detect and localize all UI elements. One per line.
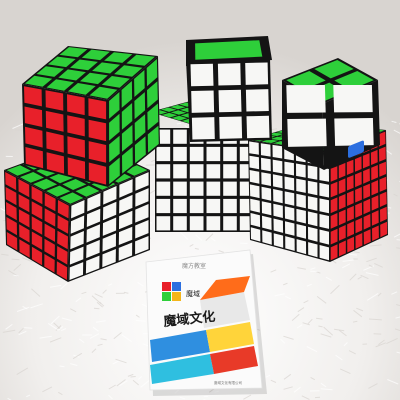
cube-7x7-front-sticker bbox=[307, 165, 318, 180]
cube-7x7-front-sticker bbox=[261, 201, 272, 216]
cube-2x2-front-sticker bbox=[333, 85, 373, 113]
cube-6x6-front-sticker bbox=[173, 129, 187, 144]
cube-7x7-front-sticker bbox=[250, 198, 260, 213]
cube-6x6-front-sticker bbox=[156, 181, 171, 196]
cube-6x6-front-sticker bbox=[156, 146, 171, 162]
cube-3x3 bbox=[186, 36, 272, 142]
cube-6x6-front-sticker bbox=[223, 216, 237, 231]
cube-2x2-front-sticker bbox=[287, 118, 327, 147]
cube-7x7-front-sticker bbox=[284, 191, 295, 206]
cube-7x7-front-sticker bbox=[319, 229, 329, 245]
cube-6x6-front-sticker bbox=[223, 164, 237, 179]
cube-3x3-front-stickers bbox=[190, 62, 270, 140]
cube-6x6-front-sticker bbox=[156, 216, 171, 231]
cube-7x7-front-sticker bbox=[262, 215, 272, 230]
cube-7x7-front-sticker bbox=[273, 203, 283, 218]
cube-6x6-front-sticker bbox=[173, 181, 187, 196]
instruction-booklet: 魔方教室 魔域文化 魔域 魔域文化有限公司 bbox=[145, 249, 267, 396]
cube-6x6-front-sticker bbox=[189, 216, 204, 231]
cube-7x7-front-sticker bbox=[261, 172, 271, 186]
cube-7x7-front-sticker bbox=[307, 196, 318, 211]
cube-6x6-front-sticker bbox=[223, 198, 237, 214]
cube-7x7-front-sticker bbox=[273, 218, 284, 233]
cube-7x7-front-sticker bbox=[250, 213, 261, 228]
cube-photo: 魔方教室 魔域文化 魔域 魔域文化有限公司 bbox=[0, 0, 400, 400]
cube-7x7-front-sticker bbox=[296, 208, 306, 224]
cube-7x7-front-sticker bbox=[319, 245, 329, 261]
cube-7x7-front-sticker bbox=[272, 159, 283, 174]
cube-7x7-front-sticker bbox=[296, 163, 306, 178]
booklet-tag: 魔方教室 bbox=[182, 262, 206, 270]
cube-6x6-front-sticker bbox=[189, 198, 204, 214]
cube-7x7-front-sticker bbox=[272, 144, 283, 159]
cube-7x7-front-sticker bbox=[307, 180, 318, 196]
cube-7x7-front-sticker bbox=[249, 170, 260, 184]
cube-2x2-front-sticker bbox=[334, 118, 374, 146]
cube-3x3-front-sticker bbox=[246, 115, 270, 139]
cube-6x6-front-sticker bbox=[223, 181, 237, 196]
cube-6x6-front-sticker bbox=[189, 181, 204, 196]
booklet-logo-text: 魔域 bbox=[186, 289, 200, 298]
cube-3x3-front-sticker bbox=[245, 62, 269, 85]
cube-3x3-front-sticker bbox=[217, 63, 241, 86]
cube-7x7-front-sticker bbox=[284, 161, 294, 176]
cube-6x6-front-sticker bbox=[173, 216, 187, 231]
cube-4x4-front-sticker bbox=[45, 90, 64, 111]
cube-3x3-front-sticker bbox=[218, 89, 242, 113]
cube-7x7-front-sticker bbox=[296, 193, 306, 209]
cube-7x7-right-sticker bbox=[346, 159, 354, 175]
cube-3x3-front-sticker bbox=[190, 63, 214, 87]
cube-7x7-front-sticker bbox=[296, 178, 306, 193]
booklet-footer: 魔域文化有限公司 bbox=[214, 380, 242, 385]
cube-6x6-front-sticker bbox=[189, 164, 204, 179]
cube-6x6-front-sticker bbox=[206, 216, 221, 231]
cube-7x7-front-sticker bbox=[249, 184, 260, 199]
cube-7x7-front-sticker bbox=[260, 143, 271, 157]
cube-7x7-front-sticker bbox=[296, 239, 307, 255]
cube-3x3-front-sticker bbox=[245, 89, 269, 112]
cube-6x6-front-sticker bbox=[223, 146, 237, 162]
cube-3x3-front-sticker bbox=[191, 90, 215, 113]
cube-4x4-front-sticker bbox=[88, 98, 107, 120]
cube-6x6-front-sticker bbox=[173, 164, 187, 179]
cube-2x2-front-sticker bbox=[286, 85, 326, 113]
cube-3x3-top-sticker bbox=[195, 40, 263, 60]
cube-6x6-front-sticker bbox=[206, 164, 221, 179]
cube-7x7-front-sticker bbox=[319, 214, 329, 229]
cube-6x6-front-sticker bbox=[156, 164, 171, 179]
cube-7x7-front-sticker bbox=[249, 155, 260, 170]
cube-3x3-front-sticker bbox=[219, 116, 243, 139]
cube-4x4-front-sticker bbox=[67, 94, 85, 116]
cube-7x7-front-sticker bbox=[308, 226, 318, 242]
cube-7x7-front-sticker bbox=[272, 174, 283, 189]
cube-7x7-front-sticker bbox=[319, 198, 329, 214]
cube-7x7-front-sticker bbox=[285, 221, 295, 236]
cube-3x3-front-sticker bbox=[191, 117, 215, 140]
cube-7x7-front-sticker bbox=[307, 211, 318, 227]
cube-6x6-front-sticker bbox=[206, 181, 221, 196]
cube-6x6-front-sticker bbox=[206, 146, 221, 162]
cube-6x6-front-sticker bbox=[156, 198, 171, 214]
cube-7x7-front-sticker bbox=[308, 242, 318, 258]
cube-7x7-front-sticker bbox=[261, 157, 271, 172]
cube-6x6-front-sticker bbox=[173, 198, 187, 214]
cube-7x7-right-sticker bbox=[330, 166, 338, 182]
cube-6x6-front-sticker bbox=[206, 198, 221, 214]
cube-6x6-front-sticker bbox=[173, 146, 187, 162]
cube-7x7-front-sticker bbox=[261, 186, 272, 201]
cube-7x7-front-sticker bbox=[319, 182, 329, 198]
cube-7x7-front-sticker bbox=[285, 236, 295, 251]
cube-6x6-front-sticker bbox=[189, 146, 204, 162]
cube-7x7-front-sticker bbox=[249, 141, 259, 155]
photo-scene: 魔方教室 魔域文化 魔域 魔域文化有限公司 bbox=[0, 0, 400, 400]
cube-7x7-front-sticker bbox=[284, 176, 295, 191]
cube-7x7-front-sticker bbox=[273, 189, 283, 204]
cube-7x7-front-sticker bbox=[296, 224, 306, 239]
cube-7x7-front-sticker bbox=[284, 206, 295, 221]
cube-7x7-right-sticker bbox=[354, 156, 362, 172]
cube-3x3-top-stickers bbox=[195, 40, 263, 60]
